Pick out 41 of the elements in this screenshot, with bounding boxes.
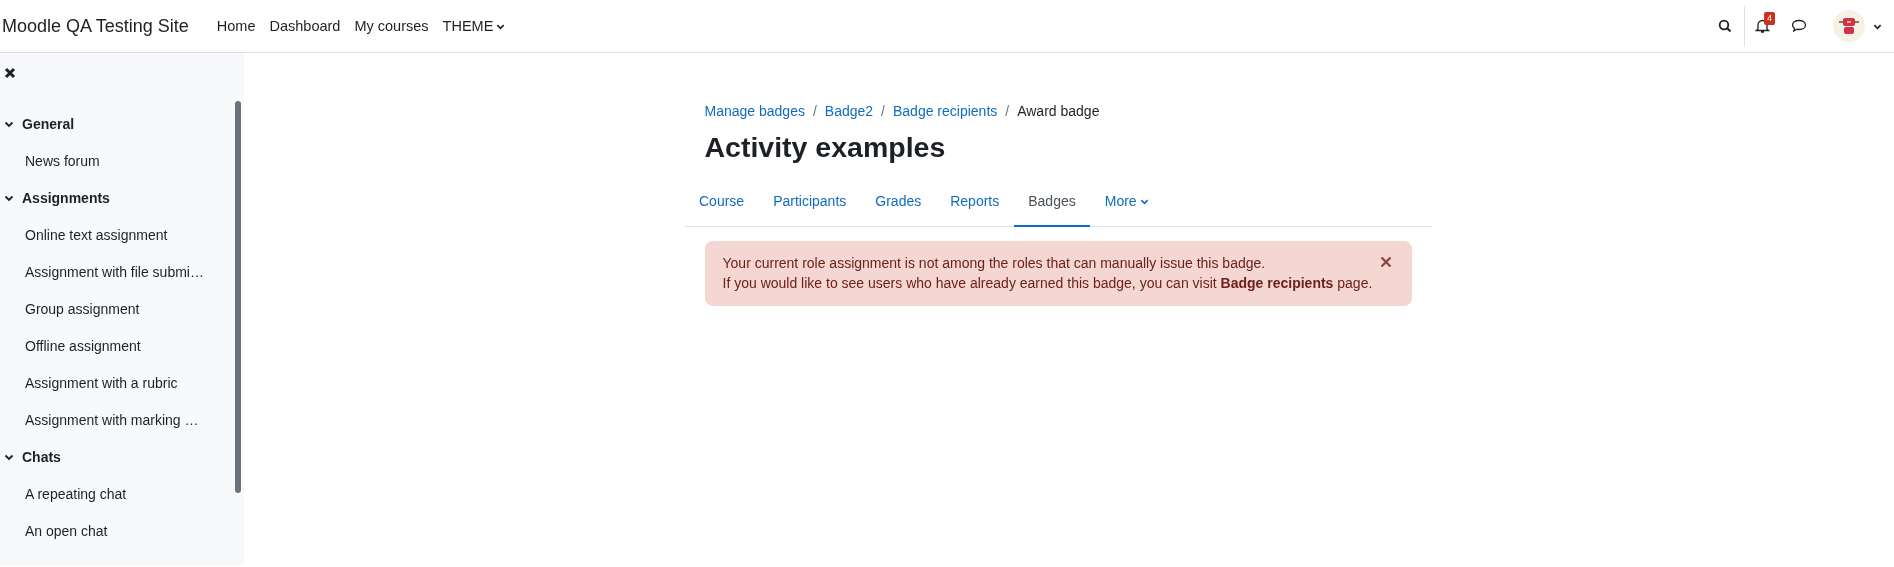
nav-tab[interactable]: Badges <box>1013 180 1091 227</box>
page-title: Activity examples <box>704 131 947 164</box>
nav-tab[interactable]: Course <box>684 180 759 227</box>
nav-link[interactable]: My courses <box>354 18 429 34</box>
breadcrumb-separator: / <box>1005 103 1010 119</box>
nav-tab[interactable]: Grades <box>860 180 936 227</box>
sidebar-item[interactable]: News forum <box>0 142 244 179</box>
breadcrumb-link[interactable]: Badge2 <box>824 103 874 119</box>
sidebar-item[interactable]: Assignment with marking … <box>0 401 244 438</box>
chat-bubble-icon[interactable] <box>1791 19 1807 33</box>
scrollbar[interactable] <box>235 101 241 493</box>
sidebar-item[interactable]: An open chat <box>0 512 244 549</box>
section-heading[interactable]: Assignments <box>0 179 244 216</box>
breadcrumb-separator: / <box>812 103 817 119</box>
section-title[interactable]: Assignments <box>22 189 110 206</box>
section-heading[interactable]: General <box>0 105 244 142</box>
section-title[interactable]: General <box>22 115 75 132</box>
breadcrumb-separator: / <box>881 103 885 119</box>
breadcrumb-link[interactable]: Manage badges <box>704 103 805 119</box>
sidebar-item[interactable]: Assignment with a rubric <box>0 364 244 401</box>
current-page-label: Award badge <box>1017 103 1100 119</box>
nav-link[interactable]: Dashboard <box>269 18 341 34</box>
sidebar-item[interactable]: A repeating chat <box>0 475 244 512</box>
sidebar-item[interactable]: Group assignment <box>0 290 244 327</box>
notification-count: 4 <box>1764 11 1775 25</box>
site-name[interactable]: Moodle QA Testing Site <box>2 15 189 37</box>
alert-text: If you would like to see users who have already earned this badge, you can visit Badge recipients page. <box>722 274 1373 293</box>
nav-tab[interactable]: Participants <box>758 180 861 227</box>
search-icon[interactable] <box>1718 19 1732 33</box>
section-heading[interactable]: Chats <box>0 438 244 475</box>
sidebar-item[interactable]: Offline assignment <box>0 327 244 364</box>
alert-text: Your current role assignment is not among the roles that can manually issue this badge. <box>722 254 1267 273</box>
nav-tab[interactable]: Reports <box>935 180 1014 227</box>
sidebar-item[interactable]: Assignment with file submi… <box>0 253 244 290</box>
avatar-icon[interactable] <box>1833 10 1865 42</box>
nav-link[interactable]: THEME <box>442 18 506 34</box>
nav-link[interactable]: Home <box>216 18 256 34</box>
section-title[interactable]: Chats <box>22 448 61 465</box>
nav-tab[interactable]: More <box>1090 180 1164 227</box>
sidebar-item[interactable]: Online text assignment <box>0 216 244 253</box>
breadcrumb-link[interactable]: Badge recipients <box>893 103 998 119</box>
